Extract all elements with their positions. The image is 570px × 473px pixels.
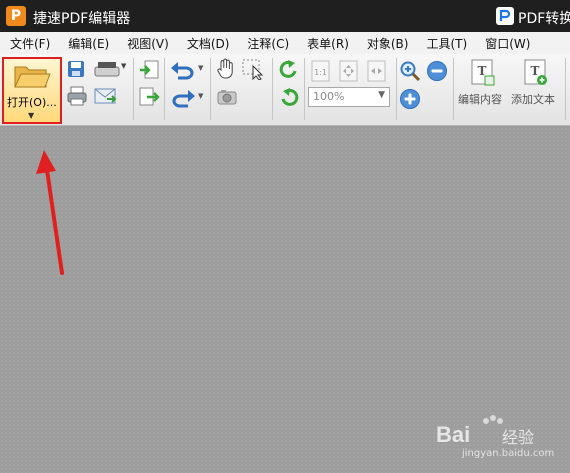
save-icon[interactable] (66, 59, 86, 79)
redo-dropdown-icon[interactable]: ▼ (198, 92, 203, 100)
window-title: 捷速PDF编辑器 (33, 11, 131, 27)
scan-dropdown-icon[interactable]: ▼ (121, 62, 126, 70)
edit-content-icon[interactable]: T (470, 58, 496, 88)
menu-object[interactable]: 对象(B) (367, 35, 409, 52)
zoom-level-value: 100% (313, 90, 345, 103)
add-text-label[interactable]: 添加文本 (511, 91, 555, 107)
undo-dropdown-icon[interactable]: ▼ (198, 64, 203, 72)
app-logo-icon: P (6, 6, 26, 26)
zoom-out-icon[interactable] (426, 60, 448, 82)
fit-page-icon[interactable] (338, 60, 360, 82)
email-icon[interactable] (93, 85, 117, 107)
menu-edit[interactable]: 编辑(E) (68, 35, 109, 52)
watermark-brand-suffix: 经验 (502, 428, 535, 447)
watermark-url: jingyan.baidu.com (462, 448, 555, 459)
print-icon[interactable] (66, 85, 88, 107)
folder-open-icon (14, 66, 51, 88)
edit-content-label[interactable]: 编辑内容 (458, 91, 502, 107)
menu-form[interactable]: 表单(R) (307, 35, 349, 52)
menu-bar: 文件(F) 编辑(E) 视图(V) 文档(D) 注释(C) 表单(R) 对象(B… (0, 32, 570, 54)
scanner-icon[interactable] (93, 59, 121, 79)
rotate-counterclockwise-icon[interactable] (278, 87, 300, 109)
menu-tools[interactable]: 工具(T) (426, 35, 467, 52)
snapshot-icon[interactable] (216, 88, 238, 106)
toolbar-separator (453, 58, 454, 120)
select-text-icon[interactable] (241, 58, 265, 80)
open-button-label: 打开(O)... (7, 96, 57, 109)
toolbar-separator (164, 58, 165, 120)
page-export-icon[interactable] (138, 86, 160, 108)
toolbar-separator (396, 58, 397, 120)
document-canvas[interactable] (0, 127, 570, 473)
zoom-in-icon[interactable] (399, 88, 421, 110)
toolbar-separator (565, 58, 566, 120)
svg-text:1:1: 1:1 (314, 68, 327, 77)
title-bar: P 捷速PDF编辑器 PDF转换 (0, 0, 570, 32)
chevron-down-icon: ▼ (378, 90, 385, 100)
pdf-converter-link[interactable]: PDF转换 (518, 8, 570, 28)
rotate-clockwise-icon[interactable] (278, 59, 300, 81)
page-import-icon[interactable] (138, 59, 160, 81)
toolbar: 打开(O)... ▼ ▼ ▼ ▼ 1:1 T 编辑内容 T 添加文本 (0, 54, 570, 126)
toolbar-separator (272, 58, 273, 120)
redo-icon[interactable] (170, 88, 196, 108)
zoom-in-magnifier-icon[interactable] (399, 60, 421, 82)
chevron-down-icon: ▼ (28, 111, 35, 120)
undo-icon[interactable] (170, 60, 196, 80)
watermark-brand: Bai (436, 422, 471, 447)
menu-comment[interactable]: 注释(C) (247, 35, 289, 52)
svg-text:T: T (531, 64, 540, 78)
pdf-converter-logo-icon[interactable] (495, 6, 515, 26)
fit-width-icon[interactable] (366, 60, 388, 82)
toolbar-separator (304, 58, 305, 120)
menu-window[interactable]: 窗口(W) (485, 35, 530, 52)
actual-size-icon[interactable]: 1:1 (310, 60, 332, 82)
zoom-level-select[interactable]: 100% ▼ (308, 87, 390, 107)
toolbar-separator (133, 58, 134, 120)
menu-file[interactable]: 文件(F) (10, 35, 50, 52)
menu-view[interactable]: 视图(V) (127, 35, 169, 52)
toolbar-separator (210, 58, 211, 120)
hand-tool-icon[interactable] (216, 58, 236, 80)
menu-document[interactable]: 文档(D) (187, 35, 230, 52)
add-text-icon[interactable]: T (523, 58, 549, 88)
open-button[interactable]: 打开(O)... ▼ (2, 57, 62, 124)
